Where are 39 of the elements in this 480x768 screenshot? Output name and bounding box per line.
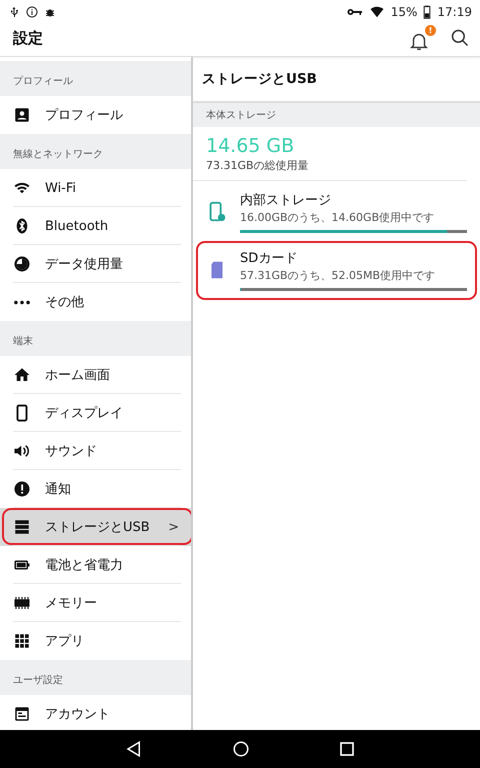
recents-icon[interactable] <box>339 741 356 757</box>
storage-icon <box>13 518 31 536</box>
account-card-icon <box>13 705 31 723</box>
total-caption: 73.31GBの総使用量 <box>206 158 310 173</box>
section-header: 端末 <box>13 334 33 348</box>
home-icon <box>13 366 31 384</box>
volume-usage: 57.31GBのうち、52.05MB使用中です <box>240 268 436 283</box>
volume-name: SDカード <box>240 250 298 267</box>
total-used: 14.65 GB <box>206 135 296 157</box>
search-icon[interactable] <box>450 28 470 48</box>
apps-grid-icon <box>13 632 31 650</box>
back-icon[interactable] <box>124 740 143 758</box>
key-icon <box>346 6 363 18</box>
battery-icon <box>423 5 432 19</box>
usb-icon <box>8 6 20 18</box>
section-header: 本体ストレージ <box>206 108 276 122</box>
notification-badge: ! <box>425 24 436 36</box>
section-header: ユーザ設定 <box>13 674 63 687</box>
storage-volume[interactable]: 内部ストレージ 16.00GBのうち、14.60GB使用中です <box>193 187 480 237</box>
speaker-icon <box>13 442 31 460</box>
alert-icon <box>13 480 31 498</box>
chevron: > <box>168 520 179 534</box>
battery-percent: 15% <box>390 5 418 19</box>
memory-chip-icon <box>13 594 31 612</box>
gauge-icon <box>13 255 31 273</box>
person-icon <box>13 106 31 124</box>
clock: 17:19 <box>437 5 472 19</box>
sidebar-item[interactable]: ストレージとUSB > <box>0 508 191 546</box>
home-icon[interactable] <box>232 740 250 758</box>
storage-volume[interactable]: SDカード 57.31GBのうち、52.05MB使用中です <box>193 245 480 295</box>
app-title: 設定 <box>13 28 44 48</box>
volume-name: 内部ストレージ <box>240 192 332 209</box>
section-header: 無線とネットワーク <box>13 148 103 161</box>
more-icon <box>14 300 30 304</box>
volume-usage: 16.00GBのうち、14.60GB使用中です <box>240 210 436 225</box>
pane-title: ストレージとUSB <box>202 70 317 88</box>
wifi-signal-icon <box>368 5 385 19</box>
section-header: プロフィール <box>13 74 73 88</box>
info-icon <box>26 6 38 18</box>
